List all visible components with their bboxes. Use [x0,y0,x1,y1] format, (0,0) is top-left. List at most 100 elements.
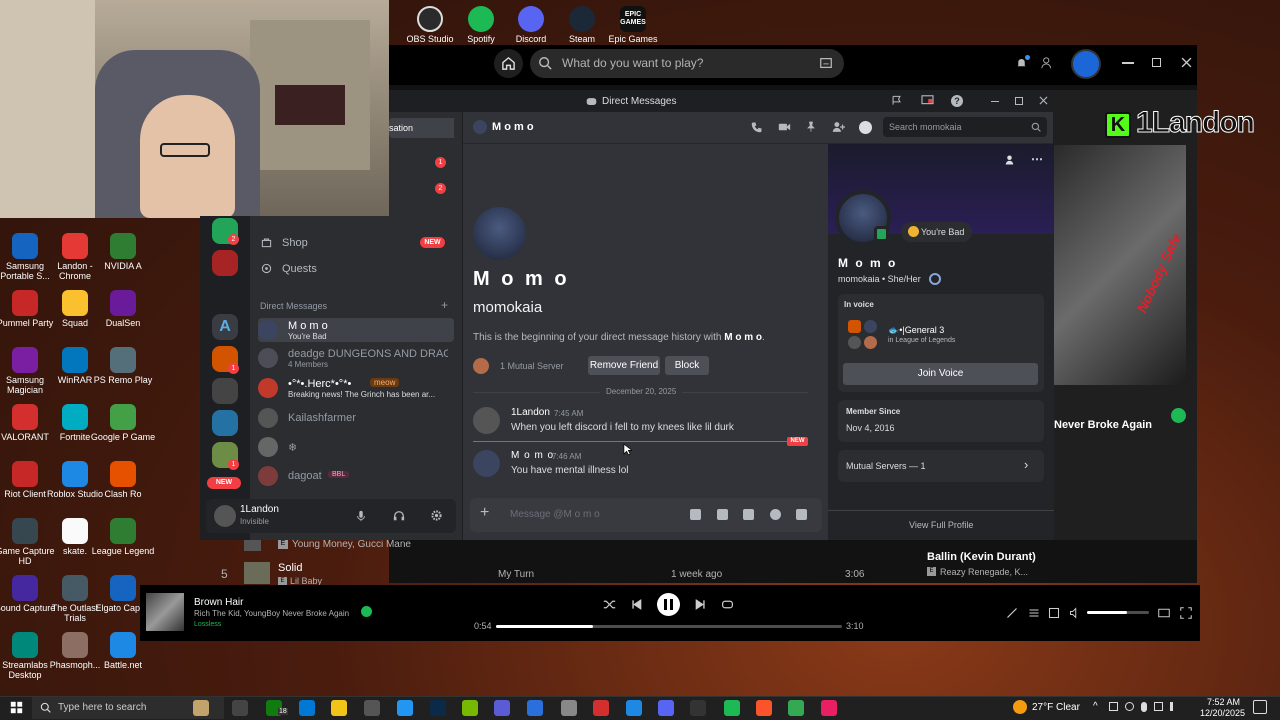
speaker-icon[interactable] [1170,702,1179,711]
inbox-icon[interactable] [891,95,902,106]
pinned-messages-icon[interactable] [805,120,817,133]
windows-start-icon[interactable] [10,701,23,714]
taskbar-app-icon[interactable] [788,700,804,716]
server-icon[interactable]: A [212,314,238,340]
epic-games-shortcut[interactable]: EPIC GAMES Epic Games [599,6,667,44]
chat-channel-name[interactable]: M o m o [492,121,534,133]
message-author[interactable]: M o m o [511,450,554,461]
message-avatar[interactable] [473,407,500,434]
taskbar-app-icon[interactable] [821,700,837,716]
spotify-search-input[interactable]: What do you want to play? [530,49,844,78]
video-call-icon[interactable] [778,121,791,133]
now-playing-artists[interactable]: Rich The Kid, YoungBoy Never Broke Again [194,609,349,618]
settings-gear-icon[interactable] [430,509,443,522]
quests-nav-item[interactable]: Quests [282,263,317,275]
message-author[interactable]: 1Landon [511,407,550,418]
liked-check-icon[interactable] [361,606,372,617]
mutual-servers-link[interactable]: 1 Mutual Server [500,361,564,371]
track-album[interactable]: My Turn [498,569,534,580]
next-up-artist[interactable]: Reazy Renegade, K... [940,567,1028,577]
desktop-shortcut[interactable]: Clash Ro [89,461,157,499]
create-dm-button[interactable]: + [441,298,448,312]
add-friends-icon[interactable] [832,121,845,133]
taskbar-app-icon[interactable] [626,700,642,716]
minimize-icon[interactable] [1122,62,1134,64]
tray-icon[interactable] [1109,702,1118,711]
now-playing-art[interactable] [146,593,184,631]
sticker-icon[interactable] [743,509,754,520]
add-friend-icon[interactable] [1005,154,1017,166]
gift-icon[interactable] [690,509,701,520]
join-voice-button[interactable]: Join Voice [843,363,1038,385]
taskbar-app-icon[interactable] [527,700,543,716]
chat-search-input[interactable]: Search momokaia [883,117,1047,137]
dm-item[interactable]: deadge DUNGEONS AND DRAG... 4 Members [258,346,454,370]
dm-item[interactable]: M o m o You're Bad [258,318,454,342]
help-icon[interactable]: ? [951,95,963,107]
taskbar-clock[interactable]: 7:52 AM 12/20/2025 [1200,697,1245,719]
tray-icon[interactable] [1125,702,1134,711]
volume-icon[interactable] [1069,607,1081,619]
desktop-shortcut[interactable]: PS Remo Play [89,347,157,385]
taskbar-app-icon[interactable] [593,700,609,716]
dm-item[interactable]: •°*•.Herc*•°*• meow Breaking news! The G… [258,376,454,400]
message-input[interactable]: Message @M o m o [510,509,600,520]
weather-icon[interactable] [1013,700,1027,714]
taskbar-app-icon[interactable] [756,700,772,716]
next-up-title[interactable]: Ballin (Kevin Durant) [927,551,1036,563]
notification-center-icon[interactable] [1253,700,1267,714]
attach-plus-icon[interactable]: + [480,504,489,522]
track-artist[interactable]: Young Money, Gucci Mane [292,539,411,550]
conversation-tab[interactable]: sation [389,118,454,138]
next-icon[interactable] [695,599,706,610]
gif-icon[interactable] [717,509,728,520]
discord-maximize-icon[interactable] [1015,97,1023,105]
view-full-profile-link[interactable]: View Full Profile [909,520,973,530]
track-title[interactable]: Solid [278,562,302,574]
taskbar-app-icon[interactable] [724,700,740,716]
dm-item[interactable]: ❄ [258,435,454,459]
taskbar-app-icon[interactable] [397,700,413,716]
taskbar-app-icon[interactable] [690,700,706,716]
taskbar-app-icon[interactable] [232,700,248,716]
user-avatar[interactable] [214,505,236,527]
shop-nav-item[interactable]: Shop [282,237,308,249]
more-options-icon[interactable]: ⋯ [1031,152,1043,166]
close-icon[interactable] [1181,57,1192,68]
queue-icon[interactable] [1028,607,1040,619]
fullscreen-icon[interactable] [1180,607,1192,619]
intro-avatar[interactable] [473,207,526,260]
taskbar-app-icon[interactable] [299,700,315,716]
discord-close-icon[interactable] [1039,96,1048,105]
friend-activity-icon[interactable] [1041,56,1055,70]
screen-share-icon[interactable] [921,95,934,106]
spotify-avatar[interactable] [1071,49,1101,79]
taskbar-app-icon[interactable] [658,700,674,716]
taskbar-app-icon[interactable] [462,700,478,716]
voice-call-icon[interactable] [751,121,763,133]
taskbar-app-icon[interactable] [430,700,446,716]
apps-icon[interactable] [796,509,807,520]
emoji-icon[interactable] [770,509,781,520]
volume-slider[interactable] [1087,611,1149,614]
message-avatar[interactable] [473,450,500,477]
connect-device-icon[interactable] [1048,607,1060,619]
block-button[interactable]: Block [665,356,709,375]
server-icon[interactable] [212,378,238,404]
home-button[interactable] [494,49,523,78]
now-playing-title[interactable]: Brown Hair [194,597,243,608]
user-profile-icon[interactable] [859,121,872,134]
artist-card-title[interactable]: Never Broke Again [1054,419,1174,431]
server-icon[interactable] [212,250,238,276]
taskbar-app-icon[interactable] [561,700,577,716]
server-icon[interactable] [212,410,238,436]
desktop-shortcut[interactable]: NVIDIA A [89,233,157,271]
desktop-shortcut[interactable]: League Legend [89,518,157,556]
network-icon[interactable] [1154,702,1163,711]
taskbar-app-icon[interactable] [193,700,209,716]
progress-bar[interactable] [496,625,842,628]
taskbar-app-icon[interactable] [494,700,510,716]
desktop-shortcut[interactable]: DualSen [89,290,157,328]
dm-item[interactable]: dagoat BBL [258,464,454,488]
tray-mic-icon[interactable] [1141,702,1147,712]
